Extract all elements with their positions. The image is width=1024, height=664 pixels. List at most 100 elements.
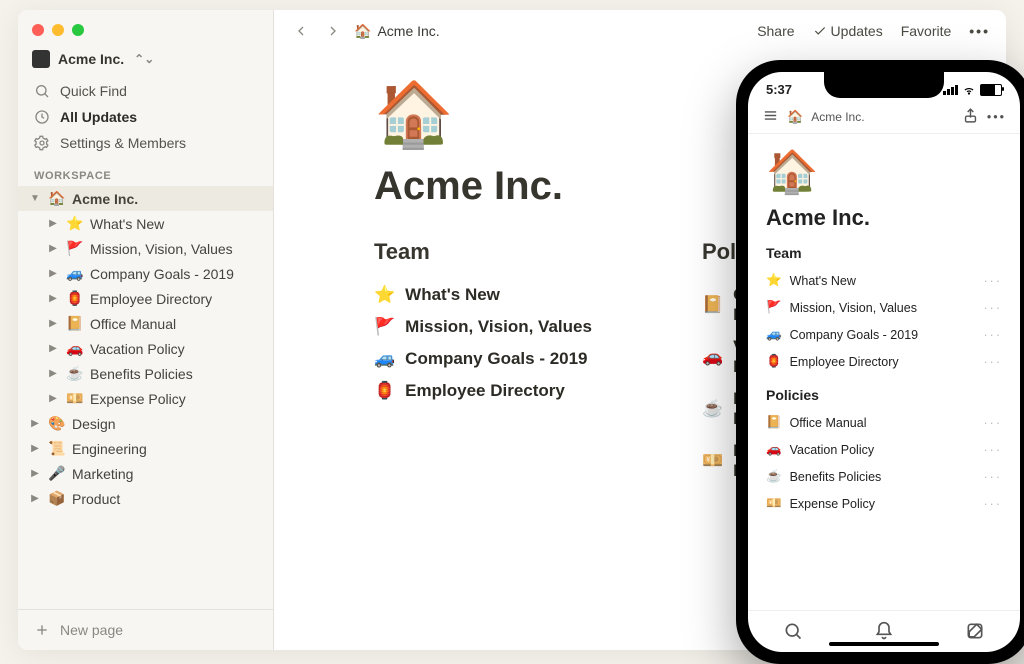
- chevron-right-icon[interactable]: ▶: [28, 418, 42, 429]
- tree-item[interactable]: ▶ 🎤 Marketing: [18, 461, 273, 486]
- share-button[interactable]: Share: [757, 23, 794, 39]
- link-emoji: ⭐: [766, 273, 782, 288]
- tree-item[interactable]: ▶🚗Vacation Policy: [18, 336, 273, 361]
- link-label: Office Manual: [790, 416, 867, 430]
- link-emoji: 🚗: [766, 442, 782, 457]
- chevron-right-icon[interactable]: ▶: [28, 493, 42, 504]
- mobile-page-link[interactable]: 🚗 Vacation Policy ···: [766, 436, 1002, 463]
- mobile-page-link[interactable]: ⭐What's New···: [766, 267, 1002, 294]
- tree-item[interactable]: ▶🚙Company Goals - 2019: [18, 261, 273, 286]
- tree-item[interactable]: ▶💴Expense Policy: [18, 386, 273, 411]
- compose-icon: [965, 621, 985, 641]
- nav-forward-button[interactable]: [322, 20, 344, 42]
- settings-members[interactable]: Settings & Members: [18, 130, 273, 156]
- page-emoji: 🏠: [48, 190, 66, 207]
- minimize-window-dot[interactable]: [52, 24, 64, 36]
- quick-find-label: Quick Find: [60, 83, 127, 99]
- tree-item[interactable]: ▶🎨Design: [18, 411, 273, 436]
- search-icon: [34, 83, 50, 99]
- mobile-share-button[interactable]: [962, 107, 979, 127]
- mobile-section-heading[interactable]: Team: [766, 245, 1002, 261]
- mobile-tab-compose[interactable]: [965, 621, 985, 644]
- link-label: What's New: [405, 285, 500, 305]
- link-emoji: ☕: [766, 469, 782, 484]
- link-emoji: 🚙: [766, 327, 782, 342]
- chevron-right-icon[interactable]: ▶: [46, 268, 60, 279]
- favorite-button[interactable]: Favorite: [901, 23, 952, 39]
- tree-item[interactable]: ▼🏠Acme Inc.: [18, 186, 273, 211]
- workspace-switcher[interactable]: Acme Inc. ⌃⌄: [18, 44, 273, 78]
- tree-item[interactable]: ▶☕Benefits Policies: [18, 361, 273, 386]
- settings-label: Settings & Members: [60, 135, 186, 151]
- link-label: Vacation Policy: [790, 443, 875, 457]
- link-label: Mission, Vision, Values: [790, 301, 917, 315]
- sidebar: Acme Inc. ⌃⌄ Quick Find All Updates Sett…: [18, 10, 274, 650]
- tree-item[interactable]: ▶📜Engineering: [18, 436, 273, 461]
- chevron-right-icon[interactable]: ▶: [28, 443, 42, 454]
- row-more-icon[interactable]: ···: [984, 470, 1003, 484]
- mobile-page-title[interactable]: Acme Inc.: [766, 205, 1002, 231]
- page-link[interactable]: 🚙 Company Goals - 2019: [374, 343, 592, 375]
- quick-find[interactable]: Quick Find: [18, 78, 273, 104]
- mobile-tab-search[interactable]: [783, 621, 803, 644]
- link-emoji: 📔: [766, 415, 782, 430]
- chevron-right-icon[interactable]: ▶: [46, 393, 60, 404]
- chevron-down-icon[interactable]: ▼: [28, 193, 42, 204]
- mobile-tab-notifications[interactable]: [874, 621, 894, 644]
- link-label: Company Goals - 2019: [405, 349, 587, 369]
- tree-item[interactable]: ▶📔Office Manual: [18, 311, 273, 336]
- mobile-section-heading[interactable]: Policies: [766, 387, 1002, 403]
- mobile-page-link[interactable]: 📔 Office Manual ···: [766, 409, 1002, 436]
- chevron-right-icon[interactable]: ▶: [46, 218, 60, 229]
- row-more-icon[interactable]: ···: [984, 301, 1003, 315]
- mobile-page-link[interactable]: 💴Expense Policy···: [766, 490, 1002, 517]
- chevron-right-icon[interactable]: ▶: [46, 318, 60, 329]
- share-icon: [962, 107, 979, 124]
- tree-item[interactable]: ▶🚩Mission, Vision, Values: [18, 236, 273, 261]
- mobile-page-link[interactable]: ☕Benefits Policies···: [766, 463, 1002, 490]
- page-emoji: 🎤: [48, 465, 66, 482]
- page-emoji: 📜: [48, 440, 66, 457]
- row-more-icon[interactable]: ···: [984, 443, 1003, 457]
- close-window-dot[interactable]: [32, 24, 44, 36]
- chevron-right-icon[interactable]: ▶: [46, 368, 60, 379]
- page-emoji: 🎨: [48, 415, 66, 432]
- tree-item[interactable]: ▶📦Product: [18, 486, 273, 511]
- mobile-page-link[interactable]: 🚙 Company Goals - 2019 ···: [766, 321, 1002, 348]
- mobile-page-link[interactable]: 🏮Employee Directory···: [766, 348, 1002, 375]
- breadcrumb[interactable]: 🏠 Acme Inc.: [354, 23, 440, 40]
- column-heading[interactable]: Team: [374, 239, 592, 265]
- nav-back-button[interactable]: [290, 20, 312, 42]
- all-updates[interactable]: All Updates: [18, 104, 273, 130]
- page-link[interactable]: ⭐What's New: [374, 279, 592, 311]
- page-link[interactable]: 🚩Mission, Vision, Values: [374, 311, 592, 343]
- row-more-icon[interactable]: ···: [984, 355, 1003, 369]
- zoom-window-dot[interactable]: [72, 24, 84, 36]
- link-emoji: 🚙: [374, 349, 395, 369]
- tree-item[interactable]: ▶🏮Employee Directory: [18, 286, 273, 311]
- row-more-icon[interactable]: ···: [984, 497, 1003, 511]
- link-emoji: 🚗: [702, 347, 723, 367]
- link-emoji: 🚩: [374, 317, 395, 337]
- mobile-breadcrumb[interactable]: Acme Inc.: [811, 110, 864, 124]
- more-menu-button[interactable]: •••: [969, 23, 990, 39]
- link-label: Company Goals - 2019: [790, 328, 919, 342]
- chevron-right-icon[interactable]: ▶: [46, 343, 60, 354]
- mobile-more-button[interactable]: •••: [987, 110, 1006, 124]
- row-more-icon[interactable]: ···: [984, 328, 1003, 342]
- mobile-hero-emoji[interactable]: 🏠: [766, 148, 1002, 197]
- page-link[interactable]: 🏮Employee Directory: [374, 375, 592, 407]
- tree-item-label: Marketing: [72, 466, 263, 482]
- row-more-icon[interactable]: ···: [984, 416, 1003, 430]
- mobile-menu-button[interactable]: [762, 107, 779, 127]
- link-label: Employee Directory: [790, 355, 899, 369]
- row-more-icon[interactable]: ···: [984, 274, 1003, 288]
- new-page-button[interactable]: New page: [18, 609, 273, 650]
- updates-button[interactable]: Updates: [813, 23, 883, 39]
- tree-item[interactable]: ▶⭐What's New: [18, 211, 273, 236]
- chevron-right-icon[interactable]: ▶: [46, 293, 60, 304]
- window-traffic-lights: [18, 10, 273, 44]
- mobile-page-link[interactable]: 🚩Mission, Vision, Values···: [766, 294, 1002, 321]
- chevron-right-icon[interactable]: ▶: [28, 468, 42, 479]
- chevron-right-icon[interactable]: ▶: [46, 243, 60, 254]
